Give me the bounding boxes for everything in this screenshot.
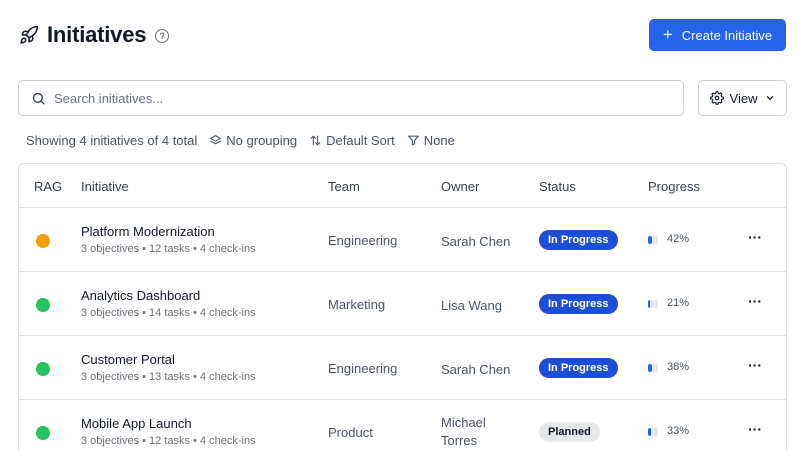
progress-bar: [648, 428, 658, 436]
layers-icon: [210, 134, 222, 144]
page-header: Initiatives ? + Create Initiative: [18, 18, 786, 52]
column-header-progress[interactable]: Progress: [648, 179, 700, 194]
team-cell: Engineering: [328, 361, 398, 376]
progress-bar-fill: [648, 428, 652, 436]
search-box[interactable]: [18, 80, 684, 116]
progress-percent: 38%: [667, 361, 690, 373]
initiative-details: 3 objectives • 12 tasks • 4 check-ins: [81, 435, 256, 447]
owner-name-line2: Torres: [441, 433, 478, 448]
column-header-initiative[interactable]: Initiative: [81, 179, 129, 194]
initiative-name[interactable]: Mobile App Launch: [81, 416, 192, 431]
progress-percent: 21%: [667, 297, 690, 309]
filter-icon: [407, 135, 419, 145]
sort-label: Default Sort: [326, 132, 395, 148]
help-circle-icon[interactable]: ?: [155, 29, 170, 43]
owner-cell: Michael Torres: [441, 414, 486, 450]
more-horizontal-icon[interactable]: ···: [748, 357, 762, 373]
sort-control[interactable]: Default Sort: [309, 133, 395, 148]
column-header-owner[interactable]: Owner: [441, 179, 479, 194]
status-badge: In Progress: [539, 358, 618, 378]
initiative-name[interactable]: Customer Portal: [81, 352, 175, 367]
initiative-details: 3 objectives • 13 tasks • 4 check-ins: [81, 371, 256, 383]
plus-icon: +: [662, 25, 673, 44]
progress-bar: [648, 300, 658, 308]
progress-bar-fill: [648, 364, 652, 372]
owner-cell: Lisa Wang: [441, 297, 502, 315]
more-horizontal-icon[interactable]: ···: [748, 421, 762, 437]
table-row[interactable]: Mobile App Launch 3 objectives • 12 task…: [19, 400, 786, 450]
table-header: RAG Initiative Team Owner Status Progres…: [19, 164, 786, 208]
filter-control[interactable]: None: [407, 133, 455, 148]
rag-status-dot: [36, 298, 50, 312]
rocket-icon: [18, 24, 40, 46]
owner-name-line1: Sarah Chen: [441, 362, 511, 377]
create-initiative-button[interactable]: + Create Initiative: [649, 19, 786, 51]
team-cell: Product: [328, 425, 373, 440]
owner-name-line1: Lisa Wang: [441, 298, 502, 313]
search-icon: [32, 92, 45, 104]
status-badge: In Progress: [539, 230, 618, 250]
initiative-name[interactable]: Platform Modernization: [81, 224, 215, 239]
progress-bar: [648, 236, 658, 244]
initiative-name[interactable]: Analytics Dashboard: [81, 288, 200, 303]
more-horizontal-icon[interactable]: ···: [748, 293, 762, 309]
view-button[interactable]: View: [698, 80, 787, 116]
status-badge: In Progress: [539, 294, 618, 314]
more-horizontal-icon[interactable]: ···: [748, 229, 762, 245]
table-row[interactable]: Analytics Dashboard 3 objectives • 14 ta…: [19, 272, 786, 336]
results-summary: Showing 4 initiatives of 4 total: [26, 132, 198, 148]
column-header-team[interactable]: Team: [328, 179, 360, 194]
sort-arrows-icon: [310, 135, 321, 145]
results-meta-bar: Showing 4 initiatives of 4 total No grou…: [26, 131, 455, 149]
owner-cell: Sarah Chen: [441, 233, 510, 251]
table-row[interactable]: Platform Modernization 3 objectives • 12…: [19, 208, 786, 272]
owner-name-line1: Michael: [441, 415, 486, 430]
chevron-down-icon: [767, 96, 774, 100]
column-header-status[interactable]: Status: [539, 179, 576, 194]
table-row[interactable]: Customer Portal 3 objectives • 13 tasks …: [19, 336, 786, 400]
search-input[interactable]: [54, 90, 654, 106]
initiatives-table: RAG Initiative Team Owner Status Progres…: [18, 163, 787, 450]
filter-label: None: [423, 132, 455, 148]
view-button-label: View: [729, 90, 758, 106]
page-title: Initiatives: [47, 22, 147, 47]
progress-bar-fill: [648, 236, 653, 244]
rag-status-dot: [36, 362, 50, 376]
team-cell: Marketing: [328, 297, 386, 312]
owner-cell: Sarah Chen: [441, 361, 510, 379]
team-cell: Engineering: [328, 233, 398, 248]
grouping-control[interactable]: No grouping: [209, 133, 297, 148]
progress-percent: 33%: [667, 425, 690, 437]
rag-status-dot: [36, 426, 50, 440]
owner-name-line1: Sarah Chen: [441, 234, 511, 249]
progress-percent: 42%: [667, 233, 690, 245]
progress-bar-fill: [648, 300, 651, 308]
create-initiative-label: Create Initiative: [681, 27, 773, 43]
progress-bar: [648, 364, 658, 372]
grouping-label: No grouping: [226, 132, 298, 148]
column-header-rag[interactable]: RAG: [34, 179, 62, 194]
rag-status-dot: [36, 234, 50, 248]
initiative-details: 3 objectives • 12 tasks • 4 check-ins: [81, 243, 256, 255]
initiative-details: 3 objectives • 14 tasks • 4 check-ins: [81, 307, 256, 319]
gear-icon: [709, 91, 724, 105]
status-badge: Planned: [539, 422, 600, 442]
